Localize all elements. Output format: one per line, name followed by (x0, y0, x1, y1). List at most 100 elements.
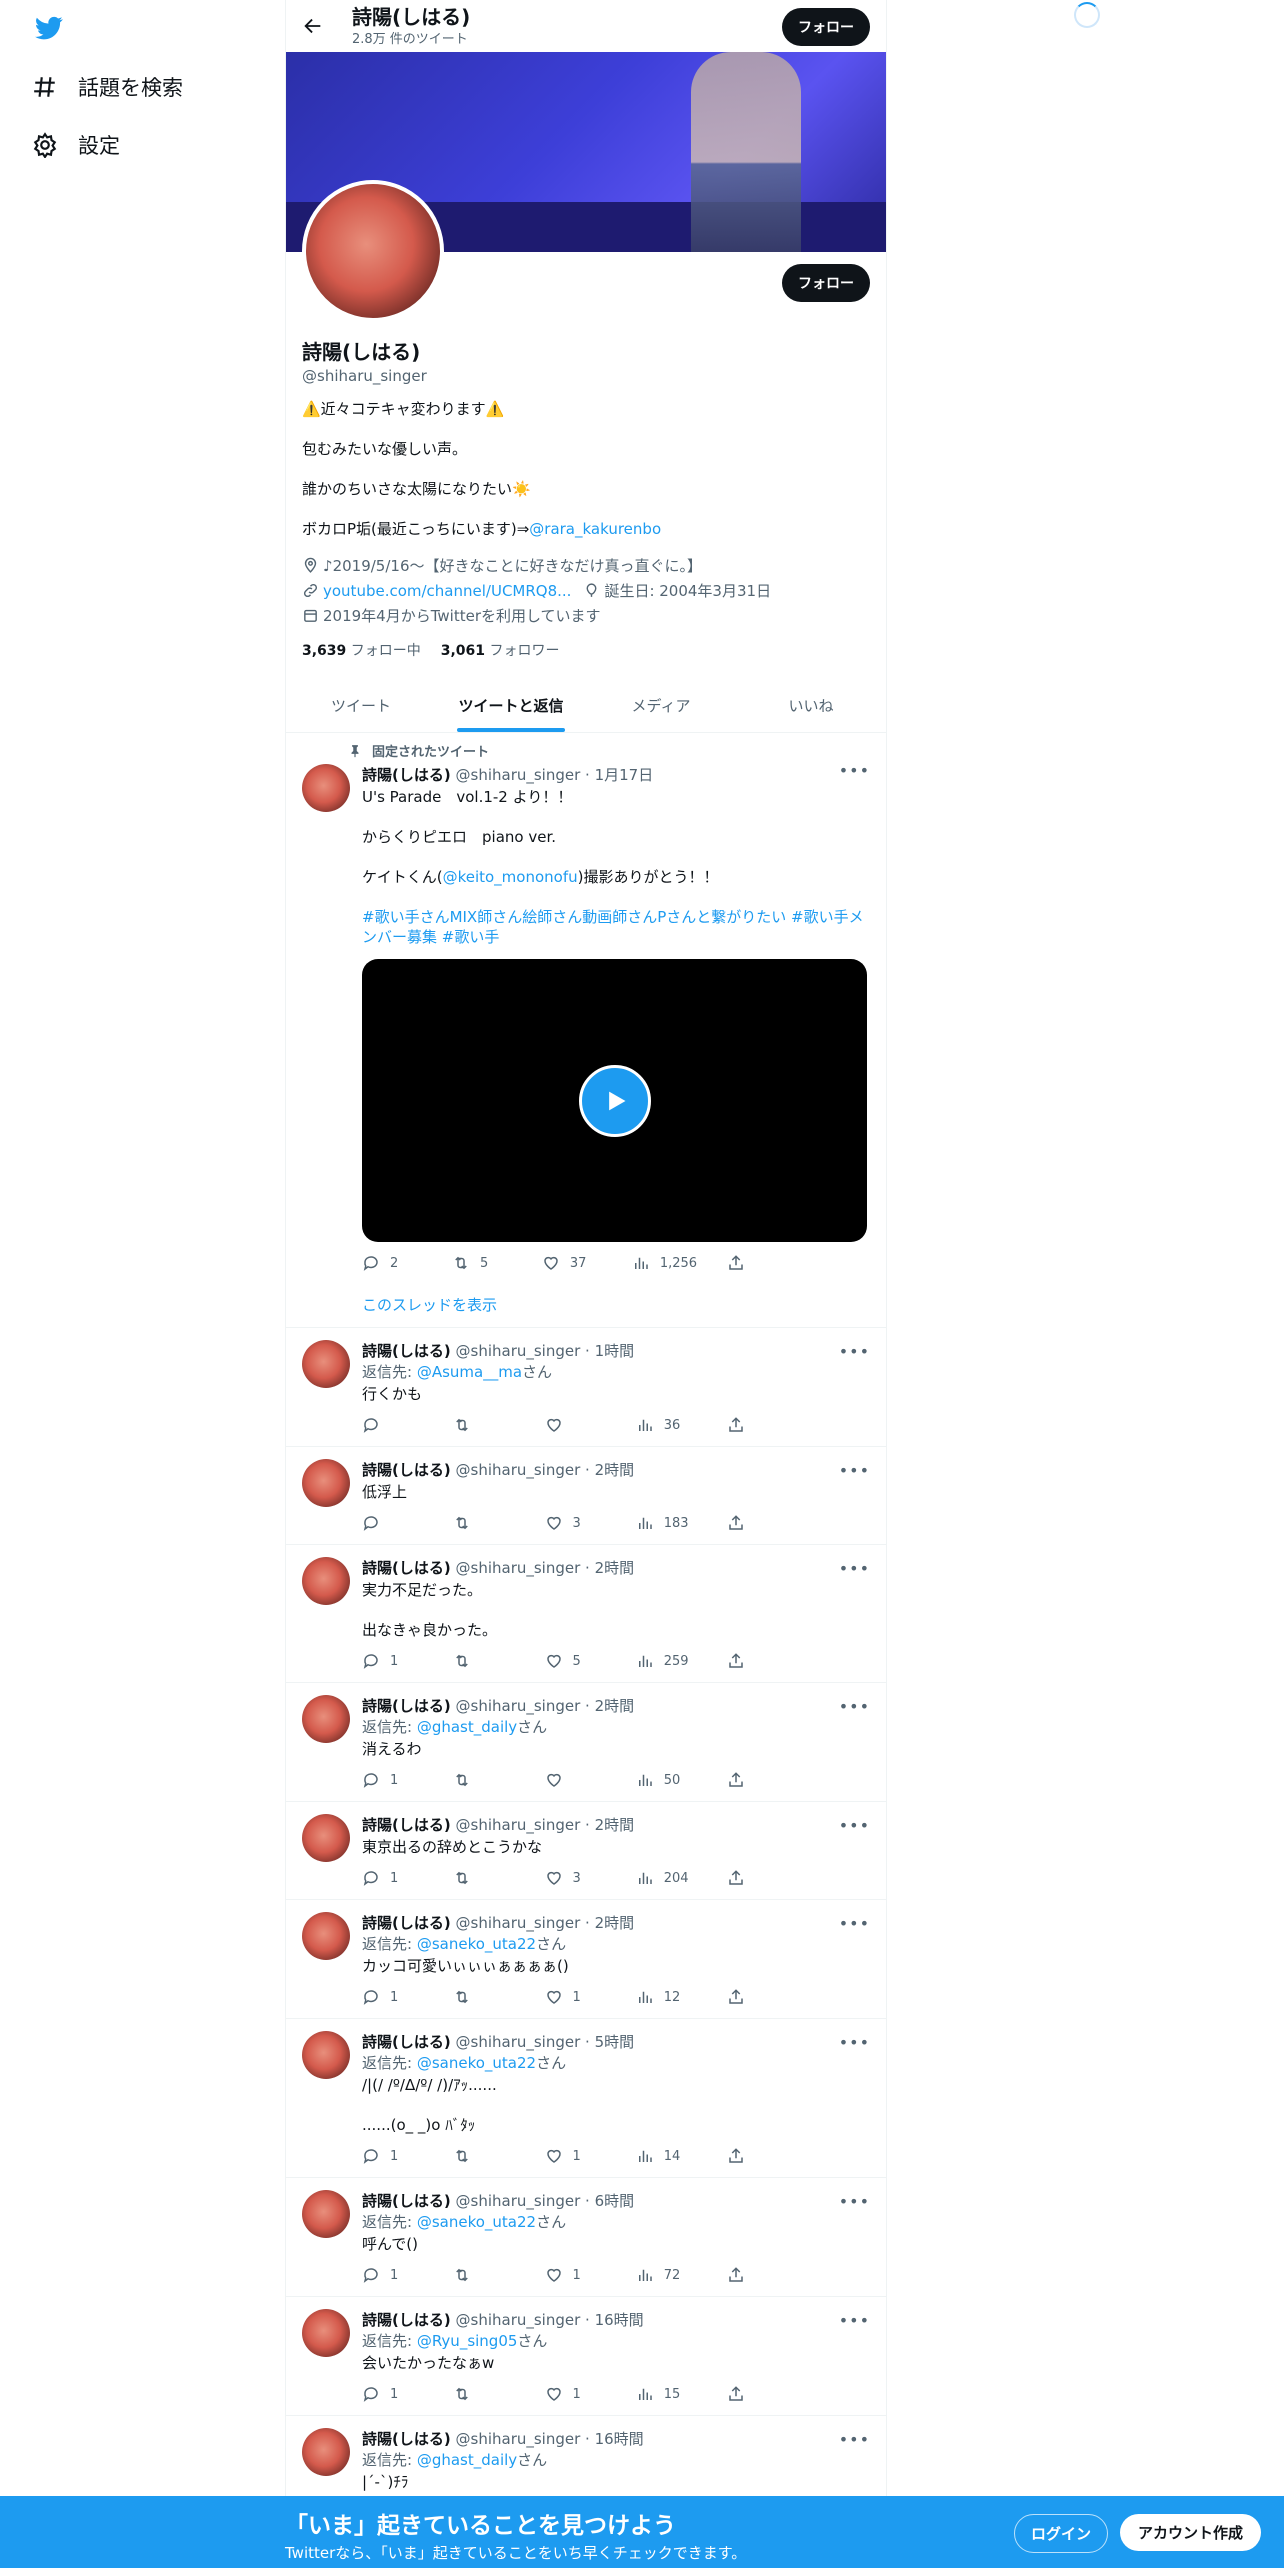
share-button[interactable] (727, 1514, 787, 1532)
tab-tweets-and-replies[interactable]: ツイートと返信 (436, 680, 586, 732)
followers-link[interactable]: 3,061 フォロワー (441, 640, 560, 660)
reply-to-link[interactable]: @Ryu_sing05 (417, 2332, 518, 2350)
tab-likes[interactable]: いいね (736, 680, 886, 732)
tweet-time[interactable]: 2時間 (595, 1697, 635, 1715)
show-thread-link[interactable]: このスレッドを表示 (362, 1294, 870, 1315)
views-button[interactable]: 36 (636, 1416, 696, 1434)
more-options-icon[interactable]: ••• (839, 761, 870, 780)
share-button[interactable] (727, 2147, 787, 2165)
more-options-icon[interactable]: ••• (839, 1342, 870, 1361)
twitter-logo-icon[interactable] (32, 14, 66, 42)
signup-button[interactable]: アカウント作成 (1120, 2514, 1262, 2551)
views-button[interactable]: 1,256 (632, 1254, 697, 1272)
play-button[interactable] (578, 1064, 651, 1137)
more-options-icon[interactable]: ••• (839, 2430, 870, 2449)
tweet-author-name[interactable]: 詩陽(しはる) (362, 766, 451, 784)
views-button[interactable]: 14 (636, 2147, 696, 2165)
tweet-item[interactable]: 詩陽(しはる) @shiharu_singer · 16時間 返信先: @Ryu_… (286, 2297, 886, 2416)
more-options-icon[interactable]: ••• (839, 2311, 870, 2330)
tweet-time[interactable]: 5時間 (595, 2033, 635, 2051)
reply-to-link[interactable]: @ghast_daily (417, 1718, 517, 1736)
more-options-icon[interactable]: ••• (839, 2192, 870, 2211)
avatar[interactable] (302, 764, 350, 812)
tweet-item[interactable]: 詩陽(しはる) @shiharu_singer · 16時間 返信先: @ghas… (286, 2416, 886, 2505)
avatar[interactable] (302, 1814, 350, 1862)
tweet-item[interactable]: 詩陽(しはる) @shiharu_singer · 2時間 東京出るの辞めとこうか… (286, 1802, 886, 1900)
mention-link[interactable]: @keito_mononofu (443, 868, 578, 886)
like-button[interactable] (545, 1771, 605, 1789)
reply-button[interactable]: 1 (362, 1652, 422, 1670)
login-button[interactable]: ログイン (1014, 2514, 1109, 2553)
reply-button[interactable]: 2 (362, 1254, 422, 1272)
share-button[interactable] (727, 1416, 787, 1434)
tweet-time[interactable]: 2時間 (595, 1914, 635, 1932)
reply-button[interactable]: 1 (362, 1988, 422, 2006)
like-button[interactable] (545, 1416, 605, 1434)
tweet-time[interactable]: 16時間 (595, 2311, 644, 2329)
tweet-time[interactable]: 2時間 (595, 1816, 635, 1834)
tweet-time[interactable]: 1月17日 (595, 766, 654, 784)
avatar[interactable] (302, 2428, 350, 2476)
like-button[interactable]: 1 (545, 2147, 605, 2165)
tab-media[interactable]: メディア (586, 680, 736, 732)
tweet-author-name[interactable]: 詩陽(しはる) (362, 1697, 451, 1715)
share-button[interactable] (727, 1869, 787, 1887)
avatar[interactable] (302, 2190, 350, 2238)
share-button[interactable] (727, 2385, 787, 2403)
retweet-button[interactable] (453, 2385, 513, 2403)
tweet-item[interactable]: 詩陽(しはる) @shiharu_singer · 1時間 返信先: @Asuma… (286, 1328, 886, 1447)
tweet-author-name[interactable]: 詩陽(しはる) (362, 2430, 451, 2448)
retweet-button[interactable] (453, 1988, 513, 2006)
tweet-author-name[interactable]: 詩陽(しはる) (362, 1914, 451, 1932)
nav-settings[interactable]: 設定 (32, 130, 120, 160)
tweet-author-name[interactable]: 詩陽(しはる) (362, 1559, 451, 1577)
more-options-icon[interactable]: ••• (839, 1914, 870, 1933)
tweet-item[interactable]: 詩陽(しはる) @shiharu_singer · 2時間 実力不足だった。 出なき… (286, 1545, 886, 1683)
tab-tweets[interactable]: ツイート (286, 680, 436, 732)
avatar[interactable] (302, 1912, 350, 1960)
avatar[interactable] (302, 2031, 350, 2079)
tweet-time[interactable]: 1時間 (595, 1342, 635, 1360)
tweet-item[interactable]: 詩陽(しはる) @shiharu_singer · 6時間 返信先: @sanek… (286, 2178, 886, 2297)
tweet-author-name[interactable]: 詩陽(しはる) (362, 2033, 451, 2051)
retweet-button[interactable] (453, 2266, 513, 2284)
share-button[interactable] (727, 1652, 787, 1670)
share-button[interactable] (727, 2266, 787, 2284)
reply-button[interactable]: 1 (362, 2147, 422, 2165)
more-options-icon[interactable]: ••• (839, 1816, 870, 1835)
avatar[interactable] (302, 1557, 350, 1605)
tweet-author-name[interactable]: 詩陽(しはる) (362, 2192, 451, 2210)
nav-explore[interactable]: 話題を検索 (32, 72, 183, 102)
tweet-item[interactable]: 詩陽(しはる) @shiharu_singer · 2時間 返信先: @sanek… (286, 1900, 886, 2019)
more-options-icon[interactable]: ••• (839, 1461, 870, 1480)
views-button[interactable]: 72 (636, 2266, 696, 2284)
like-button[interactable]: 1 (545, 1988, 605, 2006)
avatar[interactable] (302, 2309, 350, 2357)
reply-to-link[interactable]: @saneko_uta22 (417, 1935, 536, 1953)
retweet-button[interactable] (453, 2147, 513, 2165)
reply-to-link[interactable]: @saneko_uta22 (417, 2054, 536, 2072)
like-button[interactable]: 5 (545, 1652, 605, 1670)
share-button[interactable] (727, 1771, 787, 1789)
profile-follow-button[interactable]: フォロー (782, 264, 870, 302)
profile-url-link[interactable]: youtube.com/channel/UCMRQ8... (323, 582, 571, 600)
like-button[interactable]: 3 (545, 1869, 605, 1887)
tweet-author-name[interactable]: 詩陽(しはる) (362, 1461, 451, 1479)
tweet-item[interactable]: 詩陽(しはる) @shiharu_singer · 2時間 低浮上 3 183 ••• (286, 1447, 886, 1545)
reply-button[interactable] (362, 1416, 422, 1434)
tweet-author-name[interactable]: 詩陽(しはる) (362, 2311, 451, 2329)
following-link[interactable]: 3,639 フォロー中 (302, 640, 421, 660)
reply-to-link[interactable]: @saneko_uta22 (417, 2213, 536, 2231)
reply-button[interactable] (362, 1514, 422, 1532)
header-follow-button[interactable]: フォロー (782, 8, 870, 46)
views-button[interactable]: 204 (636, 1869, 696, 1887)
tweet-time[interactable]: 2時間 (595, 1559, 635, 1577)
tweet-time[interactable]: 6時間 (595, 2192, 635, 2210)
retweet-button[interactable] (453, 1652, 513, 1670)
more-options-icon[interactable]: ••• (839, 1559, 870, 1578)
tweet-item[interactable]: 詩陽(しはる) @shiharu_singer · 2時間 返信先: @ghast… (286, 1683, 886, 1802)
tweet-video[interactable] (362, 959, 867, 1242)
tweet-time[interactable]: 2時間 (595, 1461, 635, 1479)
reply-button[interactable]: 1 (362, 2385, 422, 2403)
reply-to-link[interactable]: @Asuma__ma (417, 1363, 522, 1381)
